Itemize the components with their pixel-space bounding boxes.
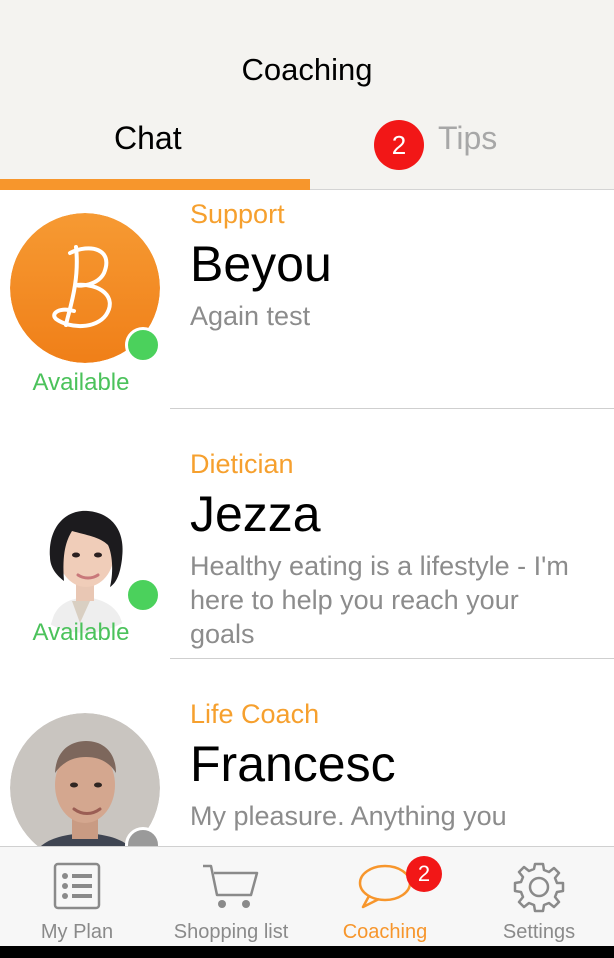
tabbar-label: Settings [502, 921, 576, 943]
header: Coaching Chat 2 Tips [0, 0, 614, 190]
home-indicator-strip [0, 946, 614, 958]
coach-name: Francesc [190, 736, 396, 792]
list-icon [52, 861, 102, 916]
tabbar-item-my-plan[interactable]: My Plan [0, 847, 154, 947]
divider [170, 408, 614, 409]
active-tab-indicator [0, 179, 310, 190]
coach-role: Support [190, 199, 285, 229]
tabbar-label: Coaching [342, 921, 428, 943]
coach-name: Beyou [190, 236, 332, 292]
page-title: Coaching [241, 52, 373, 87]
coach-list[interactable]: Available Support Beyou Again test Avail… [0, 191, 614, 846]
tips-badge: 2 [374, 120, 424, 170]
tabbar-label: My Plan [40, 921, 114, 943]
divider [170, 658, 614, 659]
tabbar-item-coaching[interactable]: Coaching [308, 847, 462, 947]
coach-row-jezza[interactable]: Available Dietician Jezza Healthy eating… [0, 441, 614, 691]
bottom-tab-bar: My Plan Shopping list Coaching Settings [0, 846, 614, 946]
coach-role: Dietician [190, 449, 294, 479]
coaching-badge: 2 [406, 856, 442, 892]
status-label: Available [32, 619, 130, 646]
status-label: Available [32, 369, 130, 396]
tabbar-label: Shopping list [173, 921, 289, 943]
coach-name: Jezza [190, 486, 321, 542]
online-status-dot [125, 327, 161, 363]
last-message: Healthy eating is a lifestyle - I'm here… [190, 551, 569, 649]
coach-row-beyou[interactable]: Available Support Beyou Again test [0, 191, 614, 441]
gear-icon [513, 861, 565, 918]
tabbar-item-shopping-list[interactable]: Shopping list [154, 847, 308, 947]
cart-icon [201, 861, 261, 916]
last-message: My pleasure. Anything you [190, 801, 507, 831]
coach-row-francesc[interactable]: Life Coach Francesc My pleasure. Anythin… [0, 691, 614, 846]
tab-chat[interactable]: Chat [114, 120, 182, 157]
tabbar-item-settings[interactable]: Settings [462, 847, 614, 947]
tab-tips[interactable]: Tips [438, 120, 497, 157]
avatar [10, 713, 160, 846]
online-status-dot [125, 577, 161, 613]
coach-role: Life Coach [190, 699, 320, 729]
last-message: Again test [190, 301, 311, 331]
